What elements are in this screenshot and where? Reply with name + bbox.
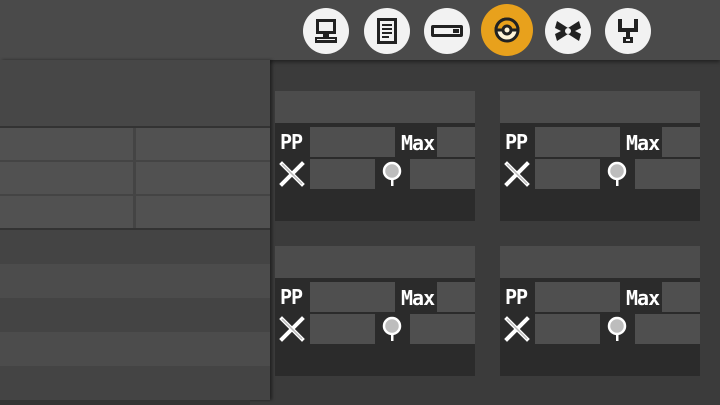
accuracy-field[interactable] <box>635 314 700 344</box>
list-band <box>0 298 270 332</box>
swords-icon <box>279 161 305 187</box>
max-label: Max <box>401 286 435 310</box>
max-pp-field[interactable] <box>437 282 475 312</box>
max-label: Max <box>626 286 660 310</box>
power-field[interactable] <box>310 314 375 344</box>
fork-icon <box>618 19 638 43</box>
side-panel-header <box>0 60 270 126</box>
move-name-field[interactable] <box>275 91 475 123</box>
list-band <box>0 366 270 400</box>
max-pp-field[interactable] <box>662 127 700 157</box>
tab-ribbons[interactable] <box>545 8 591 54</box>
power-field[interactable] <box>535 314 600 344</box>
swords-icon <box>504 316 530 342</box>
accuracy-field[interactable] <box>635 159 700 189</box>
max-pp-field[interactable] <box>437 127 475 157</box>
info-row <box>0 196 270 230</box>
tab-summary[interactable] <box>364 8 410 54</box>
accuracy-icon <box>382 161 402 186</box>
max-label: Max <box>401 131 435 155</box>
power-field[interactable] <box>310 159 375 189</box>
list-band <box>0 264 270 298</box>
pc-icon <box>315 19 337 43</box>
swords-icon <box>504 161 530 187</box>
info-cell <box>0 128 133 160</box>
side-panel-shadow <box>0 400 250 405</box>
info-cell <box>0 162 133 194</box>
info-row <box>0 128 270 162</box>
pp-field[interactable] <box>535 282 620 312</box>
pp-field[interactable] <box>535 127 620 157</box>
max-pp-field[interactable] <box>662 282 700 312</box>
move-card[interactable]: PP Max <box>275 246 475 376</box>
info-cell <box>136 128 270 160</box>
info-cell <box>136 196 270 228</box>
max-label: Max <box>626 131 660 155</box>
pp-label: PP <box>280 285 303 309</box>
move-name-field[interactable] <box>500 246 700 278</box>
accuracy-icon <box>382 316 402 341</box>
pp-field[interactable] <box>310 282 395 312</box>
tab-pc[interactable] <box>303 8 349 54</box>
move-card[interactable]: PP Max <box>500 91 700 221</box>
info-cell <box>0 196 133 228</box>
accuracy-field[interactable] <box>410 314 475 344</box>
list-band <box>0 332 270 366</box>
ribbon-icon <box>555 21 581 41</box>
move-name-field[interactable] <box>275 246 475 278</box>
info-row <box>0 162 270 196</box>
pp-label: PP <box>280 130 303 154</box>
info-cell <box>136 162 270 194</box>
list-band <box>0 230 270 264</box>
bar-icon <box>431 25 463 37</box>
accuracy-field[interactable] <box>410 159 475 189</box>
accuracy-icon <box>607 316 627 341</box>
tab-stats[interactable] <box>424 8 470 54</box>
pp-label: PP <box>505 130 528 154</box>
pokeball-icon <box>494 17 520 43</box>
side-panel <box>0 60 270 400</box>
accuracy-icon <box>607 161 627 186</box>
pp-field[interactable] <box>310 127 395 157</box>
move-card[interactable]: PP Max <box>500 246 700 376</box>
pp-label: PP <box>505 285 528 309</box>
swords-icon <box>279 316 305 342</box>
move-name-field[interactable] <box>500 91 700 123</box>
top-bar <box>0 0 720 60</box>
tab-moves[interactable] <box>481 4 533 56</box>
document-icon <box>377 18 397 44</box>
power-field[interactable] <box>535 159 600 189</box>
tab-ribbons-2[interactable] <box>605 8 651 54</box>
move-card[interactable]: PP Max <box>275 91 475 221</box>
